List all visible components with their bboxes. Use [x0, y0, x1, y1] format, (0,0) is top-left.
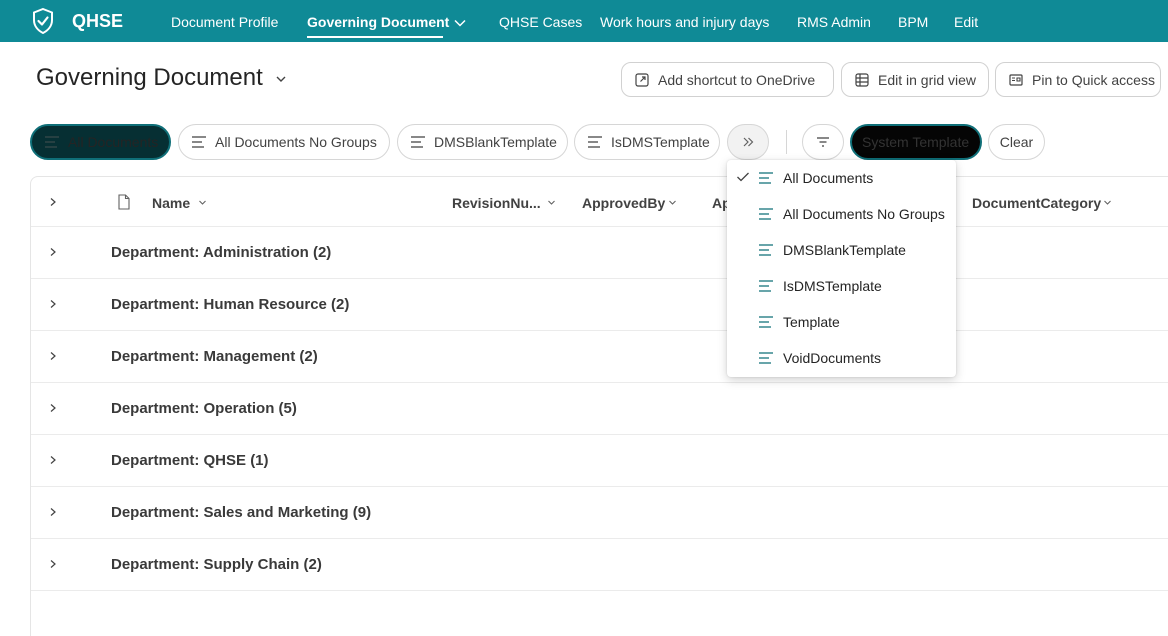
file-type-icon[interactable]	[117, 194, 131, 210]
menu-item-all-documents-no-groups[interactable]: All Documents No Groups	[727, 196, 956, 232]
view-pill-label: All Documents	[68, 134, 159, 150]
list-view-icon	[759, 172, 773, 184]
group-label: Department: Management (2)	[111, 348, 318, 365]
pin-quick-access-button[interactable]: Pin to Quick access	[995, 62, 1161, 97]
nav-work-hours[interactable]: Work hours and injury days	[600, 14, 769, 30]
menu-item-template[interactable]: Template	[727, 304, 956, 340]
expand-chevron-icon[interactable]	[48, 403, 58, 413]
column-revision-number[interactable]: RevisionNu...	[452, 195, 541, 211]
menu-item-label: All Documents No Groups	[783, 206, 945, 222]
column-document-category[interactable]: DocumentCategory	[972, 195, 1101, 211]
menu-item-label: IsDMSTemplate	[783, 278, 882, 294]
nav-governing-document[interactable]: Governing Document	[307, 14, 449, 30]
menu-item-label: VoidDocuments	[783, 350, 882, 366]
group-row-human-resource[interactable]: Department: Human Resource (2)	[31, 279, 1168, 331]
view-pill-label: All Documents No Groups	[215, 134, 377, 150]
expand-chevron-icon[interactable]	[48, 351, 58, 361]
nav-edit[interactable]: Edit	[954, 14, 978, 30]
menu-item-isdmstemplate[interactable]: IsDMSTemplate	[727, 268, 956, 304]
pin-label: Pin to Quick access	[1032, 71, 1155, 88]
expand-chevron-icon[interactable]	[48, 559, 58, 569]
more-views-button[interactable]	[727, 124, 769, 160]
nav-bpm[interactable]: BPM	[898, 14, 928, 30]
view-selector-menu: All Documents All Documents No Groups DM…	[727, 160, 956, 377]
grid-icon	[855, 72, 869, 87]
external-link-icon	[635, 72, 649, 87]
view-pill-label: IsDMSTemplate	[611, 134, 710, 150]
expand-chevron-icon[interactable]	[48, 455, 58, 465]
group-row-operation[interactable]: Department: Operation (5)	[31, 383, 1168, 435]
edit-grid-label: Edit in grid view	[878, 71, 977, 88]
pin-icon	[1009, 73, 1023, 86]
toolbar-divider	[786, 130, 787, 154]
group-row-sales-and-marketing[interactable]: Department: Sales and Marketing (9)	[31, 487, 1168, 539]
edit-grid-view-button[interactable]: Edit in grid view	[841, 62, 989, 97]
expand-chevron-icon[interactable]	[48, 507, 58, 517]
document-list: Name RevisionNu... ApprovedBy Ap Documen…	[30, 176, 1168, 636]
group-row-supply-chain[interactable]: Department: Supply Chain (2)	[31, 539, 1168, 591]
column-name[interactable]: Name	[152, 195, 190, 211]
view-pill-label: DMSBlankTemplate	[434, 134, 557, 150]
site-title[interactable]: QHSE	[72, 11, 123, 32]
shield-check-icon[interactable]	[32, 8, 54, 34]
filter-button[interactable]	[802, 124, 844, 160]
menu-item-dmsblanktemplate[interactable]: DMSBlankTemplate	[727, 232, 956, 268]
list-view-icon	[45, 136, 59, 148]
group-label: Department: Administration (2)	[111, 244, 332, 261]
add-shortcut-button[interactable]: Add shortcut to OneDrive	[621, 62, 834, 97]
clear-label: Clear	[999, 134, 1034, 150]
column-header-row: Name RevisionNu... ApprovedBy Ap Documen…	[31, 177, 1168, 227]
list-view-icon	[192, 136, 206, 148]
chevron-down-icon[interactable]	[1103, 198, 1112, 207]
expand-chevron-icon[interactable]	[48, 299, 58, 309]
chevron-down-icon[interactable]	[668, 198, 677, 207]
view-pill-dmsblanktemplate[interactable]: DMSBlankTemplate	[397, 124, 568, 160]
add-shortcut-label: Add shortcut to OneDrive	[658, 71, 816, 88]
group-label: Department: Supply Chain (2)	[111, 556, 322, 573]
clear-filter-button[interactable]: Clear	[988, 124, 1045, 160]
view-pill-all-documents-no-groups[interactable]: All Documents No Groups	[178, 124, 390, 160]
group-label: Department: Operation (5)	[111, 400, 297, 417]
group-label: Department: Sales and Marketing (9)	[111, 504, 372, 521]
group-row-qhse[interactable]: Department: QHSE (1)	[31, 435, 1168, 487]
group-row-management[interactable]: Department: Management (2)	[31, 331, 1168, 383]
chevron-down-icon[interactable]	[453, 16, 467, 30]
group-label: Department: Human Resource (2)	[111, 296, 350, 313]
chevron-down-icon[interactable]	[198, 198, 207, 207]
list-view-icon	[588, 136, 602, 148]
chevron-down-icon[interactable]	[275, 73, 287, 85]
expand-all-chevron-icon[interactable]	[48, 197, 58, 207]
list-view-icon	[759, 352, 773, 364]
checkmark-icon	[737, 172, 749, 182]
list-view-icon	[759, 244, 773, 256]
menu-item-voiddocuments[interactable]: VoidDocuments	[727, 340, 956, 376]
list-view-icon	[759, 280, 773, 292]
top-nav-bar: QHSE Document Profile Governing Document…	[0, 0, 1168, 42]
active-nav-indicator	[307, 36, 443, 38]
list-view-icon	[759, 208, 773, 220]
group-row-administration[interactable]: Department: Administration (2)	[31, 227, 1168, 279]
menu-item-label: DMSBlankTemplate	[783, 242, 906, 258]
list-view-icon	[759, 316, 773, 328]
nav-rms-admin[interactable]: RMS Admin	[797, 14, 871, 30]
nav-document-profile[interactable]: Document Profile	[171, 14, 278, 30]
filter-chip-system-template[interactable]: System Template	[850, 124, 982, 160]
nav-qhse-cases[interactable]: QHSE Cases	[499, 14, 582, 30]
filter-icon	[817, 137, 829, 147]
group-label: Department: QHSE (1)	[111, 452, 269, 469]
expand-chevron-icon[interactable]	[48, 247, 58, 257]
chevron-down-icon[interactable]	[547, 198, 556, 207]
menu-item-label: All Documents	[783, 170, 874, 186]
filter-chip-label: System Template	[862, 134, 970, 150]
menu-item-label: Template	[783, 314, 840, 330]
view-pill-all-documents[interactable]: All Documents	[30, 124, 171, 160]
view-pill-isdmstemplate[interactable]: IsDMSTemplate	[574, 124, 720, 160]
menu-item-all-documents[interactable]: All Documents	[727, 160, 956, 196]
column-approved-by[interactable]: ApprovedBy	[582, 195, 665, 211]
list-view-icon	[411, 136, 425, 148]
double-chevron-right-icon	[743, 137, 754, 147]
page-title[interactable]: Governing Document	[36, 64, 263, 92]
